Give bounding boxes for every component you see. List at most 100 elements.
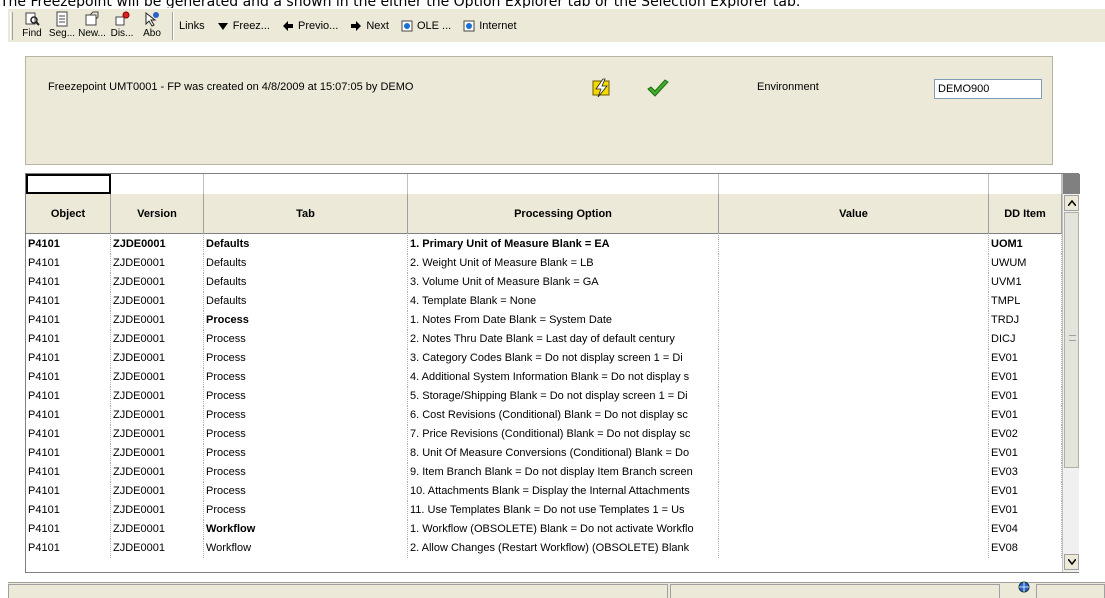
table-row[interactable]: P4101 ZJDE0001 Defaults 2. Weight Unit of M… [26,254,1062,273]
cell-processing-option[interactable]: 4. Template Blank = None [408,292,719,311]
cell-processing-option[interactable]: 4. Additional System Information Blank =… [408,368,719,387]
cell-dd-item[interactable]: EV01 [989,406,1062,425]
cell-dd-item[interactable]: EV01 [989,501,1062,520]
cell-value[interactable] [719,235,989,254]
cell-version[interactable]: ZJDE0001 [111,387,204,406]
cell-object[interactable]: P4101 [26,482,111,501]
qbe-value-cell[interactable] [719,174,989,194]
cell-object[interactable]: P4101 [26,520,111,539]
cell-tab[interactable]: Process [204,501,408,520]
table-row[interactable]: P4101 ZJDE0001 Defaults 3. Volume Unit of M… [26,273,1062,292]
cell-version[interactable]: ZJDE0001 [111,330,204,349]
cell-value[interactable] [719,254,989,273]
cell-object[interactable]: P4101 [26,501,111,520]
cell-dd-item[interactable]: EV08 [989,539,1062,558]
table-row[interactable]: P4101 ZJDE0001 Defaults 1. Primary Unit of … [26,235,1062,254]
column-header-version[interactable]: Version [111,194,204,234]
cell-value[interactable] [719,501,989,520]
cell-value[interactable] [719,425,989,444]
cell-processing-option[interactable]: 9. Item Branch Blank = Do not display It… [408,463,719,482]
table-row[interactable]: P4101 ZJDE0001 Workflow 2. Allow Changes (R… [26,539,1062,558]
table-row[interactable]: P4101 ZJDE0001 Process 4. Additional System… [26,368,1062,387]
cell-processing-option[interactable]: 8. Unit Of Measure Conversions (Conditio… [408,444,719,463]
cell-processing-option[interactable]: 1. Workflow (OBSOLETE) Blank = Do not ac… [408,520,719,539]
table-row[interactable]: P4101 ZJDE0001 Workflow 1. Workflow (OBSOLE… [26,520,1062,539]
cell-object[interactable]: P4101 [26,425,111,444]
cell-value[interactable] [719,368,989,387]
cell-value[interactable] [719,273,989,292]
cell-processing-option[interactable]: 5. Storage/Shipping Blank = Do not displ… [408,387,719,406]
cell-processing-option[interactable]: 1. Primary Unit of Measure Blank = EA [408,235,719,254]
cell-version[interactable]: ZJDE0001 [111,539,204,558]
cell-processing-option[interactable]: 11. Use Templates Blank = Do not use Tem… [408,501,719,520]
dis-button[interactable]: Dis... [107,10,137,42]
cell-dd-item[interactable]: EV01 [989,482,1062,501]
table-row[interactable]: P4101 ZJDE0001 Process 7. Price Revisions (… [26,425,1062,444]
cell-tab[interactable]: Defaults [204,254,408,273]
cell-version[interactable]: ZJDE0001 [111,273,204,292]
cell-value[interactable] [719,520,989,539]
cell-tab[interactable]: Process [204,425,408,444]
cell-dd-item[interactable]: EV03 [989,463,1062,482]
cell-version[interactable]: ZJDE0001 [111,311,204,330]
cell-tab[interactable]: Process [204,387,408,406]
cell-object[interactable]: P4101 [26,349,111,368]
cell-dd-item[interactable]: EV01 [989,368,1062,387]
cell-object[interactable]: P4101 [26,368,111,387]
cell-version[interactable]: ZJDE0001 [111,482,204,501]
cell-dd-item[interactable]: TRDJ [989,311,1062,330]
table-row[interactable]: P4101 ZJDE0001 Process 8. Unit Of Measure C… [26,444,1062,463]
cell-tab[interactable]: Process [204,444,408,463]
table-row[interactable]: P4101 ZJDE0001 Process 5. Storage/Shipping … [26,387,1062,406]
cell-tab[interactable]: Defaults [204,273,408,292]
cell-tab[interactable]: Workflow [204,520,408,539]
cell-object[interactable]: P4101 [26,292,111,311]
links-menu[interactable]: Links [179,16,205,36]
cell-value[interactable] [719,539,989,558]
column-header-object[interactable]: Object [26,194,111,234]
abo-button[interactable]: Abo [137,10,167,42]
cell-tab[interactable]: Defaults [204,292,408,311]
find-button[interactable]: Find [17,10,47,42]
toolbar-grip[interactable] [10,11,13,40]
table-row[interactable]: P4101 ZJDE0001 Defaults 4. Template Blank =… [26,292,1062,311]
qbe-tab-cell[interactable] [204,174,408,194]
cell-value[interactable] [719,444,989,463]
cell-tab[interactable]: Process [204,463,408,482]
cell-tab[interactable]: Workflow [204,539,408,558]
cell-object[interactable]: P4101 [26,539,111,558]
cell-object[interactable]: P4101 [26,235,111,254]
seg-button[interactable]: Seg... [47,10,77,42]
cell-version[interactable]: ZJDE0001 [111,349,204,368]
cell-tab[interactable]: Process [204,368,408,387]
vertical-scrollbar[interactable] [1062,174,1080,572]
cell-dd-item[interactable]: EV04 [989,520,1062,539]
cell-processing-option[interactable]: 10. Attachments Blank = Display the Inte… [408,482,719,501]
cell-dd-item[interactable]: DICJ [989,330,1062,349]
cell-dd-item[interactable]: EV01 [989,387,1062,406]
cell-value[interactable] [719,349,989,368]
cell-processing-option[interactable]: 2. Notes Thru Date Blank = Last day of d… [408,330,719,349]
cell-object[interactable]: P4101 [26,330,111,349]
cell-dd-item[interactable]: EV01 [989,349,1062,368]
cell-object[interactable]: P4101 [26,406,111,425]
cell-processing-option[interactable]: 2. Weight Unit of Measure Blank = LB [408,254,719,273]
column-header-tab[interactable]: Tab [204,194,408,234]
cell-tab[interactable]: Defaults [204,235,408,254]
cell-processing-option[interactable]: 3. Category Codes Blank = Do not display… [408,349,719,368]
cell-object[interactable]: P4101 [26,273,111,292]
cell-version[interactable]: ZJDE0001 [111,444,204,463]
cell-dd-item[interactable]: EV02 [989,425,1062,444]
cell-dd-item[interactable]: UOM1 [989,235,1062,254]
cell-version[interactable]: ZJDE0001 [111,254,204,273]
qbe-object-cell[interactable] [26,174,111,194]
cell-version[interactable]: ZJDE0001 [111,463,204,482]
scrollbar-thumb[interactable] [1064,212,1079,468]
cell-object[interactable]: P4101 [26,444,111,463]
cell-version[interactable]: ZJDE0001 [111,501,204,520]
cell-tab[interactable]: Process [204,311,408,330]
environment-input[interactable] [934,79,1042,99]
ole-button[interactable]: OLE ... [401,16,451,36]
cell-value[interactable] [719,292,989,311]
cell-dd-item[interactable]: UVM1 [989,273,1062,292]
